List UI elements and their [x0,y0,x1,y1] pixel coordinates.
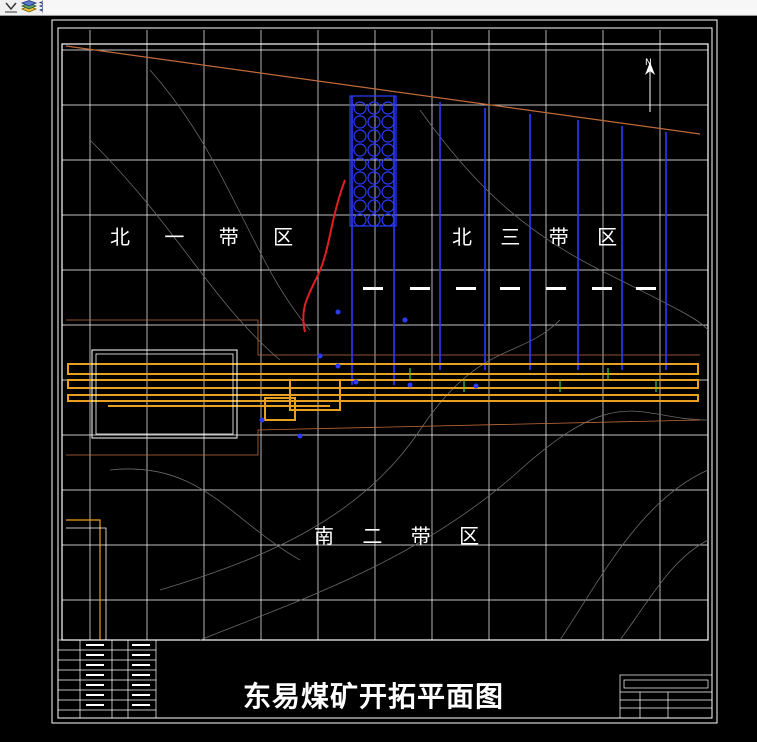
mine-boundary-line [65,45,701,135]
zone-label-north1: 北 一 带 区 [110,225,294,249]
cad-toolbar [0,0,757,16]
drawing-canvas[interactable]: N 北 一 带 区 北 三 带 区 南 二 带 区 东易煤矿开拓平面图 [0,15,757,738]
down-arrow-icon[interactable] [2,0,20,14]
fault-line [302,179,346,333]
main-roadways [67,363,699,421]
shaft-line [66,519,101,640]
drawing-title: 东易煤矿开拓平面图 [243,680,505,713]
panel-labels [363,287,656,290]
map-boundary [61,43,709,641]
layers-icon[interactable] [20,0,38,14]
outer-frame [51,19,718,724]
toolbar-empty-area [43,0,757,14]
zone-label-south2: 南 二 带 区 [314,524,480,548]
cad-drawing: N [51,19,718,724]
north-arrow-label: N [645,58,652,68]
legend-entries [86,644,150,706]
legend-table [57,639,157,719]
title-block [619,674,713,719]
north-arrow-icon [645,62,655,112]
zone-label-north3: 北 三 带 区 [452,225,618,249]
working-face-blocks [349,95,397,227]
